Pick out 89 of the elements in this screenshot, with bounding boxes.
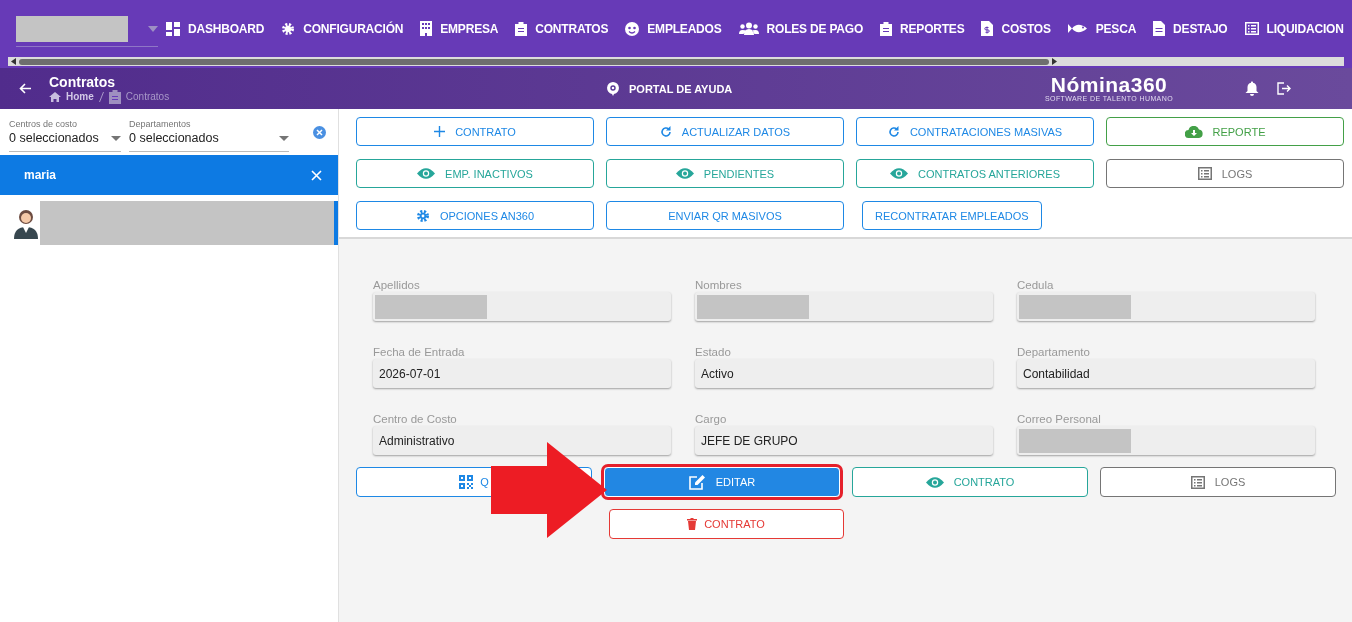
toolbar-button[interactable]: CONTRATO bbox=[356, 117, 594, 146]
toolbar-button[interactable]: CONTRATACIONES MASIVAS bbox=[856, 117, 1094, 146]
breadcrumb-link[interactable]: Home bbox=[66, 91, 94, 102]
action-button[interactable]: LOGS bbox=[1100, 467, 1336, 497]
logo-wordmark: Nómina360 bbox=[1050, 75, 1168, 95]
fish-icon bbox=[1067, 23, 1088, 34]
home-icon bbox=[49, 91, 61, 102]
search-term: maria bbox=[24, 168, 57, 182]
nav-menu-item[interactable]: COSTOS bbox=[981, 21, 1051, 36]
clipboard-icon bbox=[515, 21, 528, 36]
clear-filters-icon[interactable] bbox=[313, 126, 326, 139]
refresh-icon bbox=[887, 125, 900, 138]
filter-select[interactable]: Departamentos 0 seleccionados bbox=[129, 119, 289, 152]
caret-icon bbox=[111, 136, 121, 141]
horizontal-scrollbar[interactable] bbox=[8, 57, 1344, 66]
toolbar-button[interactable]: EMP. INACTIVOS bbox=[356, 159, 594, 188]
readonly-field: Contabilidad bbox=[1017, 359, 1315, 388]
breadcrumb-separator-icon bbox=[98, 91, 104, 102]
field-label: Centro de Costo bbox=[373, 413, 458, 426]
list-icon bbox=[1190, 475, 1205, 489]
readonly-field: Activo bbox=[695, 359, 993, 388]
delete-contract-button[interactable]: CONTRATO bbox=[608, 509, 844, 539]
toolbar-button[interactable]: ACTUALIZAR DATOS bbox=[606, 117, 844, 146]
action-button[interactable]: EDITAR bbox=[604, 467, 840, 497]
back-arrow-icon[interactable] bbox=[19, 83, 31, 94]
gear-icon bbox=[281, 21, 296, 36]
nav-menu-item[interactable]: LIQUIDACION bbox=[1244, 21, 1344, 36]
toolbar-button[interactable]: RECONTRATAR EMPLEADOS bbox=[862, 201, 1042, 230]
help-icon bbox=[607, 81, 619, 96]
close-icon[interactable] bbox=[311, 169, 322, 181]
eye-icon bbox=[417, 168, 436, 179]
logout-icon[interactable] bbox=[1277, 82, 1291, 95]
cloud-download-icon bbox=[1184, 125, 1203, 138]
field-label: Departamento bbox=[1017, 346, 1091, 359]
document-icon bbox=[1153, 21, 1166, 36]
scroll-right-icon[interactable] bbox=[1052, 58, 1057, 65]
breadcrumb-current: Contratos bbox=[125, 91, 170, 102]
dollar-document-icon bbox=[981, 21, 994, 36]
readonly-field: JEFE DE GRUPO bbox=[695, 426, 993, 455]
list-icon bbox=[1244, 22, 1259, 35]
people-icon bbox=[738, 22, 759, 35]
field-label: Fecha de Entrada bbox=[373, 346, 466, 359]
field-label: Nombres bbox=[695, 279, 743, 292]
field-label: Cargo bbox=[695, 413, 728, 426]
toolbar-button[interactable]: PENDIENTES bbox=[606, 159, 844, 188]
edit-icon bbox=[688, 474, 706, 490]
eye-icon bbox=[890, 168, 908, 179]
field-label: Apellidos bbox=[373, 279, 421, 292]
clipboard-icon bbox=[108, 89, 121, 104]
field-label: Correo Personal bbox=[1017, 413, 1102, 426]
face-icon bbox=[625, 21, 640, 36]
nav-menu-item[interactable]: DESTAJO bbox=[1153, 21, 1228, 36]
refresh-icon bbox=[659, 125, 672, 138]
eye-icon bbox=[675, 168, 694, 179]
nav-menu-item[interactable]: ROLES DE PAGO bbox=[738, 21, 864, 36]
avatar-icon bbox=[14, 207, 38, 239]
nav-menu-item[interactable]: CONTRATOS bbox=[515, 21, 609, 36]
toolbar-button[interactable]: CONTRATOS ANTERIORES bbox=[856, 159, 1094, 188]
toolbar-button[interactable]: OPCIONES AN360 bbox=[356, 201, 594, 230]
toolbar-button[interactable]: REPORTE bbox=[1106, 117, 1344, 146]
clipboard-icon bbox=[880, 21, 893, 36]
nav-menu-item[interactable]: EMPRESA bbox=[420, 21, 499, 36]
gear-icon bbox=[415, 208, 430, 223]
trash-icon bbox=[687, 518, 698, 530]
caret-icon bbox=[148, 26, 158, 32]
caret-icon bbox=[279, 136, 289, 141]
eye-icon bbox=[925, 476, 944, 488]
nav-menu-item[interactable]: REPORTES bbox=[880, 21, 965, 36]
nav-menu-item[interactable]: PESCA bbox=[1067, 21, 1137, 36]
page-title: Contratos bbox=[49, 73, 117, 90]
nav-menu-item[interactable]: CONFIGURACIÓN bbox=[281, 21, 404, 36]
field-label: Cedula bbox=[1017, 279, 1055, 292]
help-portal-link[interactable]: PORTAL DE AYUDA bbox=[607, 81, 1027, 96]
action-button[interactable]: CONTRATO bbox=[852, 467, 1088, 497]
scroll-left-icon[interactable] bbox=[11, 58, 16, 65]
toolbar-button[interactable]: ENVIAR QR MASIVOS bbox=[606, 201, 844, 230]
filter-select[interactable]: Centros de costo 0 seleccionados bbox=[9, 119, 121, 152]
notification-bell-icon[interactable] bbox=[1245, 81, 1259, 96]
dashboard-icon bbox=[166, 21, 180, 36]
qr-code-icon bbox=[459, 475, 474, 489]
readonly-field: Administrativo bbox=[373, 426, 671, 455]
toolbar-button[interactable]: LOGS bbox=[1106, 159, 1344, 188]
plus-icon bbox=[434, 126, 446, 137]
nav-menu-item[interactable]: DASHBOARD bbox=[166, 21, 265, 36]
field-label: Estado bbox=[695, 346, 732, 359]
building-icon bbox=[420, 21, 433, 36]
readonly-field: 2026-07-01 bbox=[373, 359, 671, 388]
nav-menu-item[interactable]: EMPLEADOS bbox=[625, 21, 722, 36]
list-icon bbox=[1197, 167, 1212, 180]
